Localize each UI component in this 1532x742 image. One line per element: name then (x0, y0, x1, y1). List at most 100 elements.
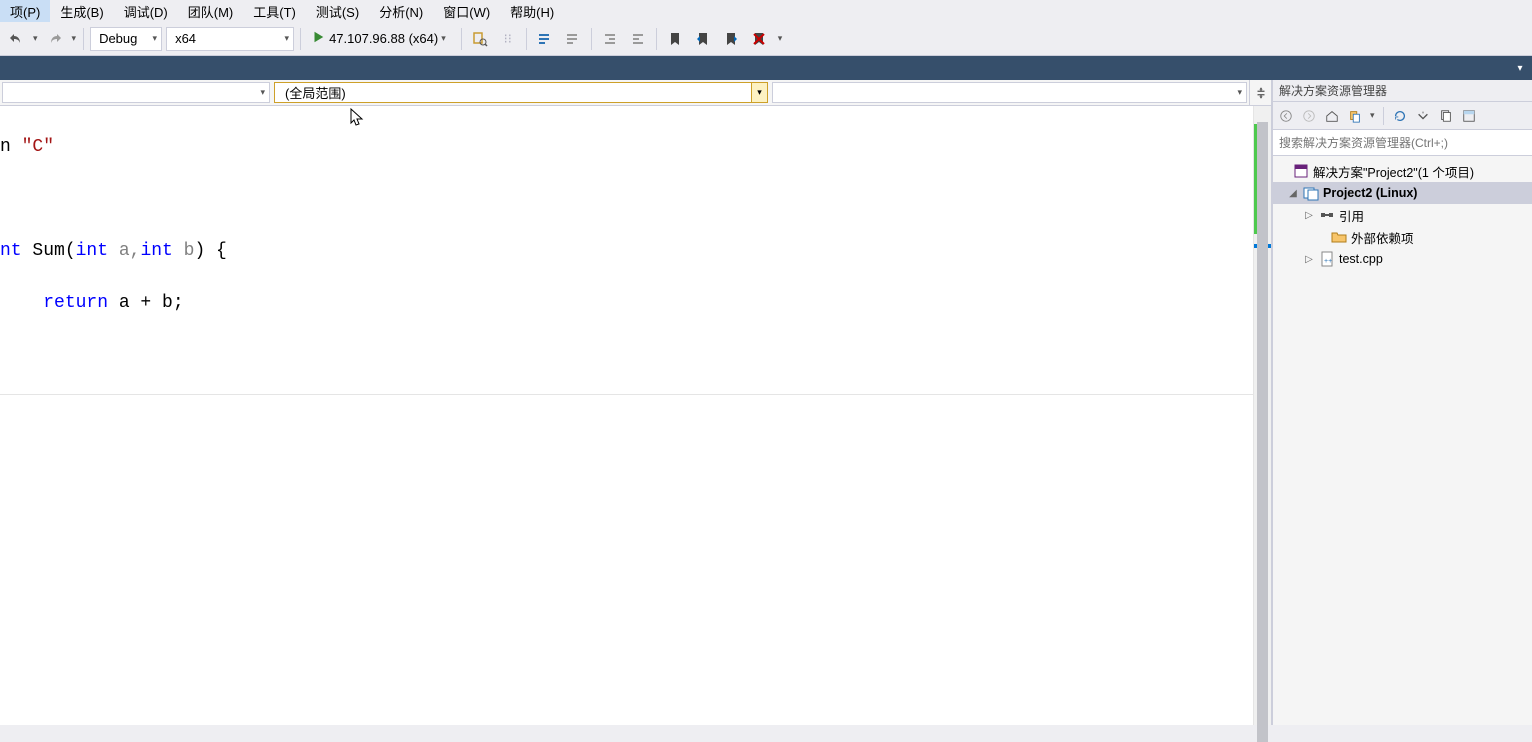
sync-button[interactable] (1344, 105, 1366, 127)
solution-platform-dropdown[interactable]: x64 ▾ (166, 27, 294, 51)
solution-tree[interactable]: 解决方案"Project2"(1 个项目) ◢ Project2 (Linux)… (1273, 156, 1532, 725)
undo-dropdown-icon[interactable]: ▾ (30, 33, 41, 44)
panel-toolbar: ▾ (1273, 102, 1532, 130)
decrease-indent-button[interactable] (597, 26, 623, 52)
bookmark-next-button[interactable] (718, 26, 744, 52)
bookmark-clear-button[interactable] (746, 26, 772, 52)
references-icon (1319, 207, 1335, 223)
tree-row-external-deps[interactable]: 外部依赖项 (1273, 226, 1532, 248)
expander-open-icon[interactable]: ◢ (1287, 188, 1299, 199)
expander-closed-icon[interactable]: ▷ (1303, 210, 1315, 221)
editor-scrollbar[interactable] (1253, 106, 1271, 725)
menu-item-tools[interactable]: 工具(T) (243, 0, 306, 23)
menu-item-build[interactable]: 生成(B) (50, 0, 113, 23)
toggle-whitespace-button[interactable]: ⁝⁝ (495, 26, 521, 52)
toolbar-overflow-icon[interactable]: ▾ (775, 33, 786, 44)
code-end-rule (0, 394, 1253, 395)
chevron-down-icon: ▾ (260, 87, 265, 98)
nav-combo-scope-label: (全局范围) (285, 83, 346, 102)
chevron-down-icon: ▾ (153, 33, 158, 44)
solution-config-value: Debug (99, 31, 137, 46)
toolbar-separator (461, 28, 462, 50)
nav-combo-project[interactable]: ▾ (2, 82, 270, 103)
panel-search[interactable] (1273, 130, 1532, 156)
main-toolbar: ▾ ▾ Debug ▾ x64 ▾ 47.107.96.88 (x64) ▾ ⁝… (0, 22, 1532, 56)
code-token: "C" (22, 137, 54, 157)
code-token: a, (108, 241, 140, 261)
tree-row-file[interactable]: ▷ ++ test.cpp (1273, 248, 1532, 270)
chevron-down-icon: ▾ (751, 83, 767, 102)
toolbar-separator (300, 28, 301, 50)
toolbar-separator (1383, 107, 1384, 125)
undo-button[interactable] (3, 26, 29, 52)
scrollbar-thumb[interactable] (1257, 122, 1268, 742)
toolbar-separator (526, 28, 527, 50)
code-token: nt (0, 241, 32, 261)
code-token: return (43, 293, 108, 313)
menu-item-debug[interactable]: 调试(D) (114, 0, 178, 23)
tree-row-solution[interactable]: 解决方案"Project2"(1 个项目) (1273, 160, 1532, 182)
start-debug-button[interactable]: 47.107.96.88 (x64) ▾ (307, 27, 455, 51)
code-token: ( (65, 241, 76, 261)
menu-item-help[interactable]: 帮助(H) (500, 0, 564, 23)
redo-dropdown-icon[interactable]: ▾ (69, 33, 80, 44)
svg-text:++: ++ (1324, 258, 1332, 265)
uncomment-button[interactable] (560, 26, 586, 52)
comment-button[interactable] (532, 26, 558, 52)
cpp-file-icon: ++ (1319, 251, 1335, 267)
code-token: a + b; (108, 293, 184, 313)
toolbar-separator (591, 28, 592, 50)
show-all-files-button[interactable] (1435, 105, 1457, 127)
code-token: Sum (32, 241, 64, 261)
tree-label: 引用 (1339, 206, 1364, 225)
split-view-button[interactable] (1249, 80, 1271, 105)
menu-item-window[interactable]: 窗口(W) (433, 0, 500, 23)
expander-closed-icon[interactable]: ▷ (1303, 254, 1315, 265)
bookmark-prev-button[interactable] (690, 26, 716, 52)
code-editor[interactable]: n "C" nt Sum(int a,int b) { return a + b… (0, 106, 1253, 725)
folder-icon (1331, 229, 1347, 245)
tree-label: test.cpp (1339, 252, 1383, 266)
find-in-files-button[interactable] (467, 26, 493, 52)
collapse-all-button[interactable] (1412, 105, 1434, 127)
document-tab-strip: ▾ (0, 56, 1532, 80)
home-button[interactable] (1321, 105, 1343, 127)
tabstrip-dropdown-icon[interactable]: ▾ (1514, 63, 1532, 74)
menu-bar: 项(P) 生成(B) 调试(D) 团队(M) 工具(T) 测试(S) 分析(N)… (0, 0, 1532, 22)
code-token: int (76, 241, 108, 261)
tree-row-references[interactable]: ▷ 引用 (1273, 204, 1532, 226)
start-target-label: 47.107.96.88 (x64) (329, 31, 438, 46)
code-token: n (0, 137, 22, 157)
menu-item-team[interactable]: 团队(M) (178, 0, 244, 23)
nav-forward-button[interactable] (1298, 105, 1320, 127)
redo-button[interactable] (42, 26, 68, 52)
chevron-down-icon[interactable]: ▾ (1367, 110, 1378, 121)
code-token: int (140, 241, 172, 261)
tree-label: 解决方案"Project2"(1 个项目) (1313, 162, 1474, 181)
chevron-down-icon: ▾ (285, 33, 290, 44)
editor-area: ▾ (全局范围) ▾ ▾ n "C" nt Sum(int a,int b) {… (0, 80, 1272, 725)
solution-search-input[interactable] (1273, 136, 1532, 150)
menu-item-test[interactable]: 测试(S) (306, 0, 369, 23)
solution-explorer-panel: 解决方案资源管理器 ▾ 解决方案"Project2"(1 个项目) (1272, 80, 1532, 725)
nav-combo-member[interactable]: ▾ (772, 82, 1247, 103)
properties-button[interactable] (1458, 105, 1480, 127)
code-token (0, 293, 43, 313)
menu-item-project[interactable]: 项(P) (0, 0, 50, 23)
menu-item-analyze[interactable]: 分析(N) (369, 0, 433, 23)
solution-config-dropdown[interactable]: Debug ▾ (90, 27, 162, 51)
tree-label: 外部依赖项 (1351, 228, 1414, 247)
refresh-button[interactable] (1389, 105, 1411, 127)
tree-label: Project2 (Linux) (1323, 186, 1417, 200)
increase-indent-button[interactable] (625, 26, 651, 52)
project-icon (1303, 185, 1319, 201)
tree-row-project[interactable]: ◢ Project2 (Linux) (1273, 182, 1532, 204)
code-token: ) { (194, 241, 226, 261)
toolbar-separator (83, 28, 84, 50)
bookmark-toggle-button[interactable] (662, 26, 688, 52)
nav-back-button[interactable] (1275, 105, 1297, 127)
nav-combo-scope[interactable]: (全局范围) ▾ (274, 82, 768, 103)
toolbar-separator (656, 28, 657, 50)
solution-icon (1293, 163, 1309, 179)
solution-platform-value: x64 (175, 31, 196, 46)
